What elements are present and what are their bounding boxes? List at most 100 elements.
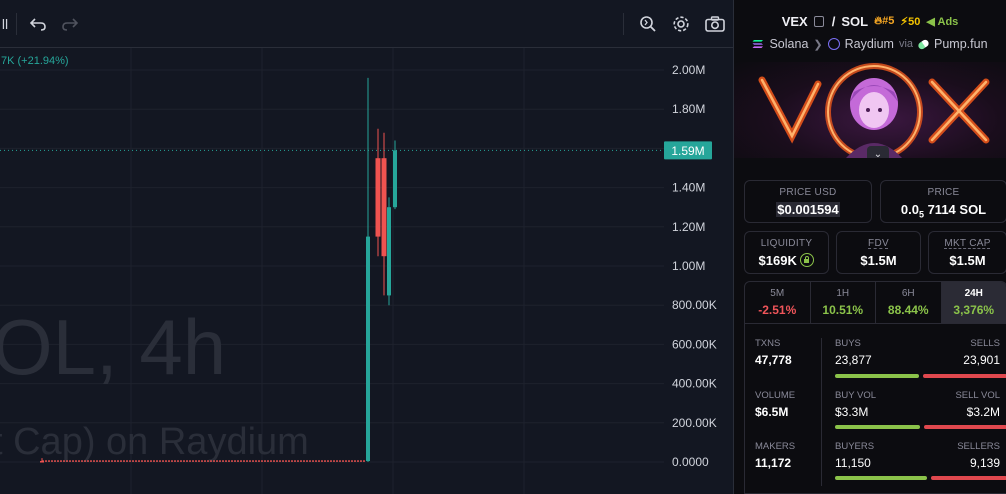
mkt-cap-value: $1.5M [949,253,986,268]
volume-value: $6.5M [755,405,789,419]
candle-body [393,150,397,208]
toolbar-divider [16,13,17,35]
token-banner[interactable]: ⌄ [734,62,1006,158]
launchpad-link[interactable]: Pump.fun [934,37,988,51]
y-tick-label: 1.00M [672,259,705,273]
via-label: via [898,38,914,50]
boosts-count: 50 [908,16,921,28]
trade-stats: TXNS 47,778 BUYS 23,877 SELLS 23,901 VOL… [744,324,1006,494]
buyers-value: 11,150 [835,456,871,470]
fdv-card: FDV $1.5M [836,231,921,274]
sells-bar [923,374,1006,378]
tab-label: 6H [901,288,915,299]
price-chart[interactable]: OL, 4h t Cap) on Raydium 7K (+21.94%) 2.… [0,48,733,494]
tab-change: 3,376% [953,303,995,317]
watermark-symbol: OL, 4h [0,303,226,391]
redo-button[interactable] [60,10,80,38]
price-native-card: PRICE 0.05 7114 SOL [880,180,1006,223]
ads-badge[interactable]: ◀ Ads [926,15,958,28]
base-token: VEX [781,14,808,29]
lightning-icon: ⚡︎ [900,16,909,28]
tab-change: -2.51% [758,303,797,317]
y-tick-label: 400.00K [672,377,717,391]
price-native-label: PRICE [927,187,960,198]
interval-button[interactable]: ll [0,10,10,38]
price-usd-value: $0.001594 [776,202,840,217]
candle-body [387,207,391,296]
undo-button[interactable] [28,10,48,38]
pair-slash: / [831,14,836,29]
timeframe-tabs: 5M -2.51% 1H 10.51% 6H 88.44% 24H 3,376% [744,281,1006,324]
y-tick-label: 1.80M [672,102,705,116]
quote-token: SOL [841,14,869,29]
flame-icon: 🔥︎ [874,15,883,27]
solana-icon [752,40,764,48]
tab-5m[interactable]: 5M -2.51% [745,282,811,323]
ads-label: Ads [937,16,959,28]
tab-label: 5M [770,288,785,299]
megaphone-icon: ◀ [926,16,935,28]
current-price-marker: 1.59M [664,141,712,160]
sellers-bar [931,476,1006,480]
candle-body [375,158,381,237]
trending-rank-badge[interactable]: 🔥︎#5 [874,15,894,28]
chain-link[interactable]: Solana [769,37,808,51]
liquidity-value: $169K [745,253,828,268]
makers-label: MAKERS [755,441,796,452]
volume-label: VOLUME [755,390,796,401]
interval-label: ll [1,16,9,32]
camera-icon [705,16,725,32]
chart-toolbar: ll [0,0,733,48]
pair-info-panel: VEX / SOL 🔥︎#5 ⚡︎50 ◀ Ads Solana ❯ Raydi… [733,0,1006,494]
buy-vol-value: $3.3M [835,405,869,419]
chevron-down-icon[interactable]: ⌄ [867,146,889,158]
tab-label: 24H [964,288,983,299]
buy-vol-bar [835,425,920,429]
txns-value: 47,778 [755,353,792,367]
sell-vol-bar [924,425,1006,429]
gear-icon [673,16,689,32]
screenshot-button[interactable] [703,10,727,38]
chart-pane[interactable]: ll OL, 4h t Cap) on Raydium 7K (+21.94%)… [0,0,733,494]
y-tick-label: 200.00K [672,416,717,430]
boosts-badge[interactable]: ⚡︎50 [900,15,920,28]
copy-icon[interactable] [813,16,824,27]
tab-1h[interactable]: 1H 10.51% [811,282,876,323]
chevron-right-icon: ❯ [813,38,823,51]
fdv-label: FDV [868,238,889,249]
change-label: 7K (+21.94%) [1,55,69,67]
mkt-cap-label: MKT CAP [944,238,991,249]
y-tick-label: 2.00M [672,63,705,77]
liquidity-label: LIQUIDITY [760,238,813,249]
undo-icon [30,18,46,31]
tab-24h[interactable]: 24H 3,376% [941,282,1006,323]
raydium-icon [827,38,840,50]
buy-vol-label: BUY VOL [835,390,877,401]
dex-link[interactable]: Raydium [845,37,894,51]
y-tick-label: 600.00K [672,337,717,351]
y-tick-label: 1.20M [672,220,705,234]
y-tick-label: 1.40M [672,181,705,195]
candle-body [381,158,387,257]
fdv-value: $1.5M [860,253,897,268]
price-native-value: 0.05 7114 SOL [900,202,987,220]
trending-rank: #5 [882,15,895,27]
sell-vol-label: SELL VOL [955,390,1000,401]
liquidity-card: LIQUIDITY $169K [744,231,829,274]
y-tick-label: 800.00K [672,298,717,312]
current-price-label: 1.59M [671,144,704,158]
tab-change: 10.51% [822,303,864,317]
zoom-button[interactable] [637,10,659,38]
stats-divider [821,338,822,486]
buyers-label: BUYERS [835,441,875,452]
candle-body [366,236,370,462]
txns-label: TXNS [755,338,781,349]
y-tick-label: 0.0000 [672,455,709,469]
sells-label: SELLS [970,338,1000,349]
candle [387,197,391,306]
settings-button[interactable] [670,10,692,38]
tab-label: 1H [836,288,850,299]
tab-6h[interactable]: 6H 88.44% [876,282,942,323]
candle-body [40,461,44,463]
sellers-label: SELLERS [957,441,1000,452]
